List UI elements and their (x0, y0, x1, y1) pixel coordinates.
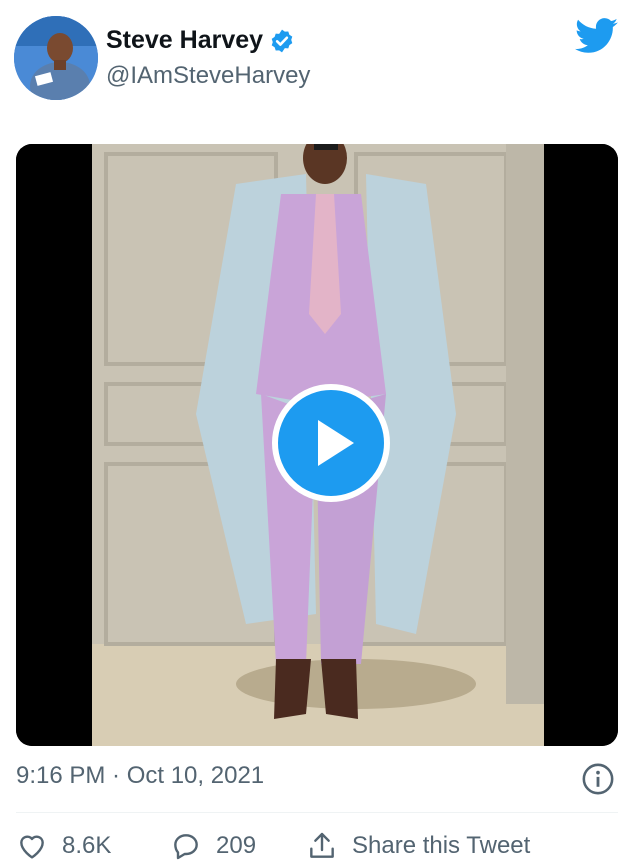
tweet-timestamp[interactable]: 9:16 PM · Oct 10, 2021 (16, 762, 264, 790)
reply-button[interactable]: 209 (170, 830, 256, 862)
share-label: Share this Tweet (352, 832, 531, 859)
reply-count: 209 (216, 832, 257, 859)
like-button[interactable]: 8.6K (16, 830, 111, 862)
play-button[interactable] (272, 384, 390, 502)
tweet-actions: 8.6K 209 Share this Tweet (16, 830, 618, 866)
twitter-bird-icon[interactable] (575, 18, 618, 54)
share-icon (310, 832, 334, 858)
avatar[interactable] (14, 16, 98, 100)
divider (16, 812, 618, 813)
info-icon[interactable] (581, 762, 615, 796)
author-name[interactable]: Steve Harvey (106, 26, 263, 55)
video-player[interactable] (16, 144, 618, 746)
like-count: 8.6K (62, 832, 112, 859)
author-name-row[interactable]: Steve Harvey (106, 26, 295, 55)
author-handle[interactable]: @IAmSteveHarvey (106, 62, 310, 90)
share-button[interactable]: Share this Tweet (306, 830, 530, 862)
reply-icon (174, 834, 198, 860)
play-icon (318, 420, 354, 466)
heart-icon (20, 835, 44, 859)
verified-badge-icon (271, 29, 293, 52)
tweet-header: Steve Harvey @IAmSteveHarvey (0, 0, 618, 110)
